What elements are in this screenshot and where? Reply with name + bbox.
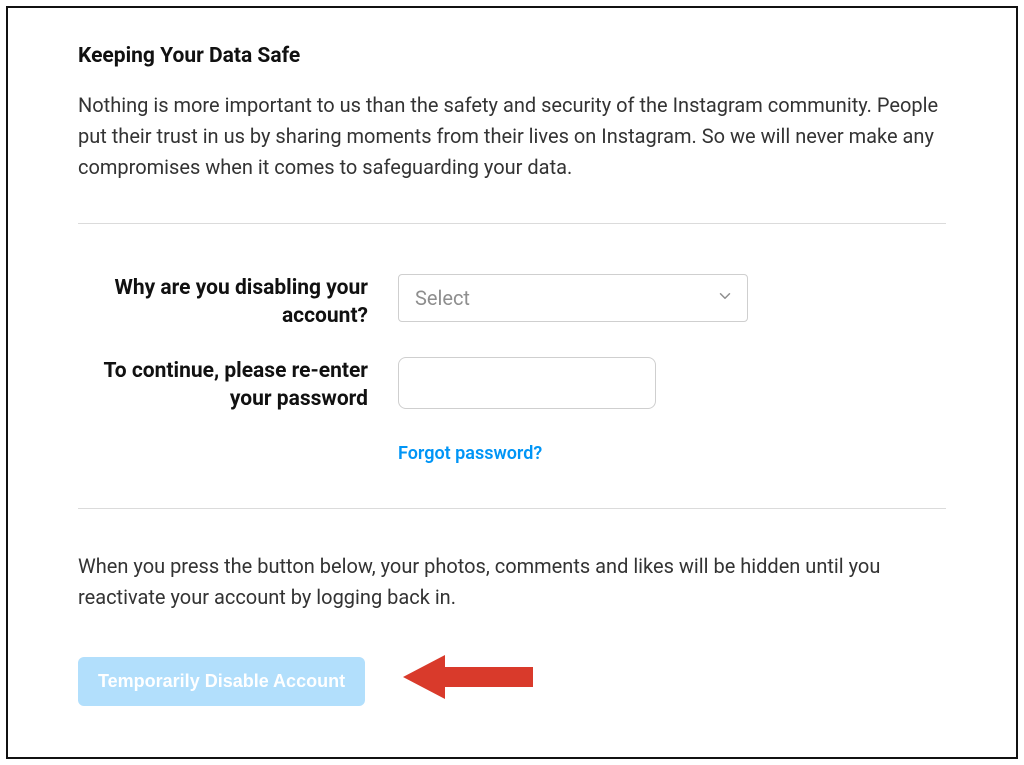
divider [78,508,946,509]
password-row: To continue, please re-enter your passwo… [78,357,946,414]
reason-select[interactable]: Select [398,274,748,322]
forgot-password-link[interactable]: Forgot password? [398,439,542,464]
reason-select-value: Select [415,286,470,310]
password-label: To continue, please re-enter your passwo… [78,357,398,414]
footer-note: When you press the button below, your ph… [78,551,946,613]
temporarily-disable-account-button[interactable]: Temporarily Disable Account [78,657,365,706]
forgot-row: Forgot password? [78,439,946,464]
settings-panel: Keeping Your Data Safe Nothing is more i… [6,6,1018,759]
section-heading: Keeping Your Data Safe [78,44,946,68]
section-description: Nothing is more important to us than the… [78,90,946,183]
annotation-arrow-icon [403,649,533,709]
reason-label: Why are you disabling your account? [78,274,398,331]
disable-form: Why are you disabling your account? Sele… [78,224,946,508]
reason-row: Why are you disabling your account? Sele… [78,274,946,331]
password-input[interactable] [398,357,656,409]
